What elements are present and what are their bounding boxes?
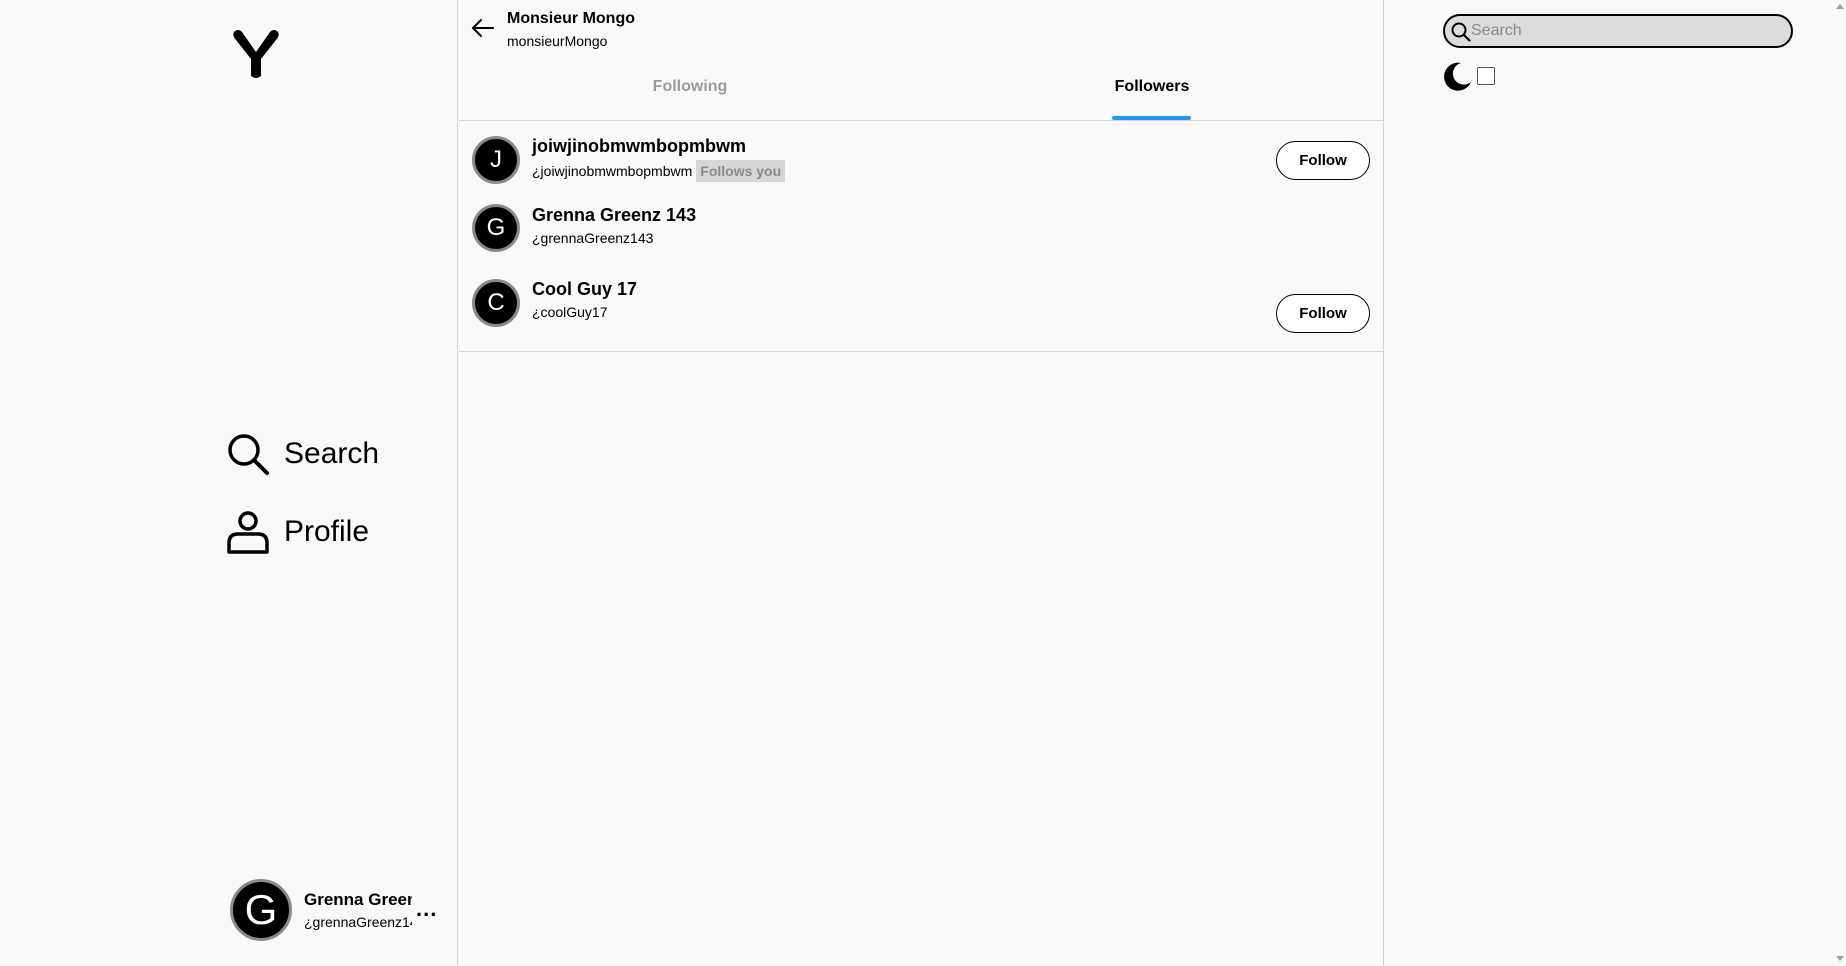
account-handle: ¿grennaGreenz143 bbox=[304, 914, 412, 930]
list-item[interactable]: G Grenna Greenz 143 ¿grennaGreenz143 bbox=[459, 202, 1383, 272]
moon-icon[interactable] bbox=[1441, 60, 1473, 92]
user-handle-line: ¿grennaGreenz143 bbox=[532, 230, 653, 246]
y-logo-icon[interactable] bbox=[228, 26, 284, 82]
avatar: C bbox=[472, 279, 520, 327]
dark-mode-checkbox[interactable] bbox=[1477, 67, 1495, 85]
avatar: G bbox=[472, 204, 520, 252]
account-name: Grenna Greenz 143 bbox=[304, 890, 412, 909]
scroll-down-arrow-icon[interactable] bbox=[1836, 956, 1844, 961]
account-switcher[interactable]: G Grenna Greenz 143 ¿grennaGreenz143 ... bbox=[230, 878, 440, 942]
active-tab-indicator bbox=[1112, 116, 1191, 120]
list-item[interactable]: C Cool Guy 17 ¿coolGuy17 Follow bbox=[459, 277, 1383, 347]
main-column: Monsieur Mongo monsieurMongo Following F… bbox=[459, 0, 1384, 966]
search-icon bbox=[228, 434, 269, 475]
follow-button[interactable]: Follow bbox=[1276, 294, 1370, 333]
tab-followers-label: Followers bbox=[1114, 78, 1190, 95]
follow-button[interactable]: Follow bbox=[1276, 141, 1370, 180]
tab-following[interactable]: Following bbox=[459, 60, 921, 121]
avatar: G bbox=[230, 879, 292, 941]
back-arrow-icon[interactable] bbox=[469, 14, 497, 42]
page-title: Monsieur Mongo bbox=[507, 10, 635, 27]
nav-profile[interactable]: Profile bbox=[226, 510, 369, 554]
person-icon bbox=[227, 511, 269, 554]
search-input[interactable] bbox=[1471, 19, 1771, 43]
follows-you-badge: Follows you bbox=[696, 160, 786, 182]
search-bar[interactable] bbox=[1443, 14, 1793, 48]
nav-search[interactable]: Search bbox=[226, 432, 379, 476]
nav-search-label: Search bbox=[284, 437, 380, 470]
user-handle-line: ¿joiwjinobmwmbopmbwm Follows you bbox=[532, 160, 786, 182]
tab-followers[interactable]: Followers bbox=[921, 60, 1383, 121]
followers-list: J joiwjinobmwmbopmbwm ¿joiwjinobmwmbopmb… bbox=[459, 122, 1383, 352]
search-icon bbox=[1451, 22, 1471, 42]
tab-following-label: Following bbox=[652, 78, 728, 95]
left-sidebar: Search Profile G Grenna Greenz 143 ¿gren… bbox=[0, 0, 458, 966]
scrollbar[interactable] bbox=[1832, 0, 1846, 966]
more-options-icon[interactable]: ... bbox=[416, 896, 437, 922]
user-handle: ¿coolGuy17 bbox=[532, 304, 608, 320]
user-handle-line: ¿coolGuy17 bbox=[532, 304, 607, 320]
user-name: Cool Guy 17 bbox=[532, 279, 638, 299]
account-text: Grenna Greenz 143 ¿grennaGreenz143 bbox=[304, 890, 412, 930]
nav-profile-label: Profile bbox=[284, 515, 370, 548]
user-name: Grenna Greenz 143 bbox=[532, 205, 697, 225]
user-name: joiwjinobmwmbopmbwm bbox=[532, 136, 746, 156]
tab-bar: Following Followers bbox=[459, 60, 1383, 121]
scroll-up-arrow-icon[interactable] bbox=[1836, 4, 1844, 9]
list-item[interactable]: J joiwjinobmwmbopmbwm ¿joiwjinobmwmbopmb… bbox=[459, 122, 1383, 192]
user-handle: ¿grennaGreenz143 bbox=[532, 230, 654, 246]
page-subtitle-handle: monsieurMongo bbox=[507, 33, 608, 49]
user-handle: ¿joiwjinobmwmbopmbwm bbox=[532, 163, 693, 179]
avatar: J bbox=[472, 136, 520, 184]
